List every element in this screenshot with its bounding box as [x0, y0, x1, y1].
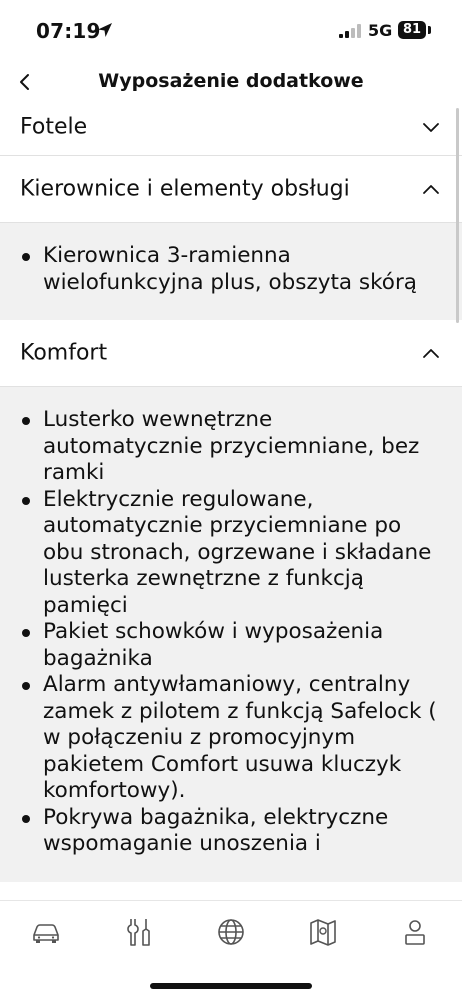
content-scroll-area[interactable]: Fotele Kierownice i elementy obsługi Kiero…	[0, 108, 462, 900]
list-item: Lusterko wewnętrzne automatycznie przyci…	[20, 407, 438, 487]
section-header[interactable]: Komfort	[0, 320, 462, 387]
home-indicator	[150, 983, 312, 989]
section-title: Kierownice i elementy obsługi	[20, 176, 350, 202]
list-item: Alarm antywłamaniowy, centralny zamek z …	[20, 672, 438, 805]
location-arrow-icon	[98, 23, 112, 37]
battery-icon: 81	[398, 21, 426, 39]
status-bar: 07:19 5G 81	[0, 0, 462, 58]
tab-explore[interactable]	[214, 915, 248, 949]
feature-list: Kierownica 3-ramienna wielofunkcyjna plu…	[20, 243, 438, 296]
section-body: Kierownica 3-ramienna wielofunkcyjna plu…	[0, 223, 462, 320]
globe-icon	[218, 919, 244, 945]
profile-icon	[405, 920, 425, 945]
tools-icon	[127, 919, 150, 946]
page-title: Wyposażenie dodatkowe	[98, 70, 364, 92]
battery-level: 81	[402, 22, 422, 37]
chevron-up-icon	[423, 349, 439, 358]
tab-car[interactable]	[29, 915, 63, 949]
nav-bar: Wyposażenie dodatkowe	[0, 58, 462, 108]
list-item: Elektrycznie regulowane, automatycznie p…	[20, 487, 438, 620]
tab-profile[interactable]	[398, 915, 432, 949]
map-icon	[310, 919, 336, 946]
section-header[interactable]: Kierownice i elementy obsługi	[0, 156, 462, 223]
scrollbar[interactable]	[456, 108, 459, 323]
section-body: Lusterko wewnętrzne automatycznie przyci…	[0, 387, 462, 882]
tab-map[interactable]	[306, 915, 340, 949]
section-title: Fotele	[20, 114, 88, 139]
list-item: Pokrywa bagażnika, elektryczne wspomagan…	[20, 805, 438, 858]
feature-list: Lusterko wewnętrzne automatycznie przyci…	[20, 407, 438, 858]
tab-service[interactable]	[122, 915, 156, 949]
list-item: Kierownica 3-ramienna wielofunkcyjna plu…	[20, 243, 438, 296]
list-item: Pakiet schowków i wyposażenia bagażnika	[20, 619, 438, 672]
chevron-down-icon	[423, 122, 439, 132]
status-time: 07:19	[36, 19, 101, 43]
network-type: 5G	[368, 21, 393, 40]
section-title: Komfort	[20, 340, 108, 366]
sections-list: Fotele Kierownice i elementy obsługi Kiero…	[0, 108, 462, 882]
battery-tip	[428, 26, 431, 34]
cellular-signal-icon	[339, 24, 361, 38]
section-header[interactable]: Fotele	[0, 108, 462, 156]
chevron-up-icon	[423, 185, 439, 194]
car-icon	[33, 924, 59, 943]
